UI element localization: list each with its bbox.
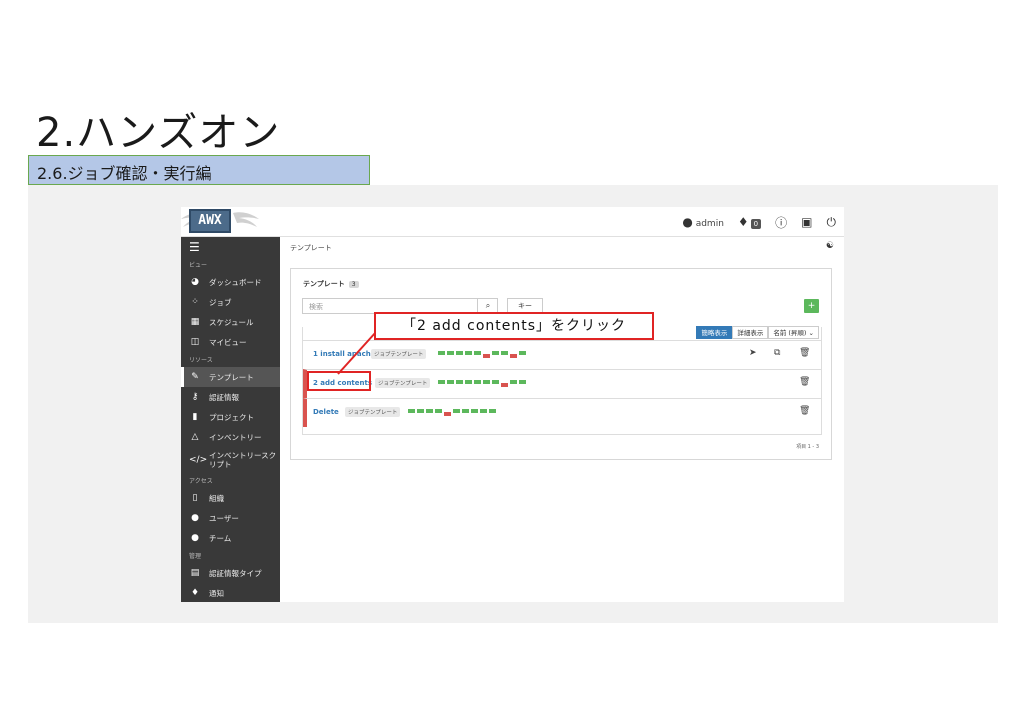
callout-leader-line [337,331,377,375]
highlight-box [307,371,371,391]
instruction-callout: 「2 add contents」をクリック [374,312,654,340]
